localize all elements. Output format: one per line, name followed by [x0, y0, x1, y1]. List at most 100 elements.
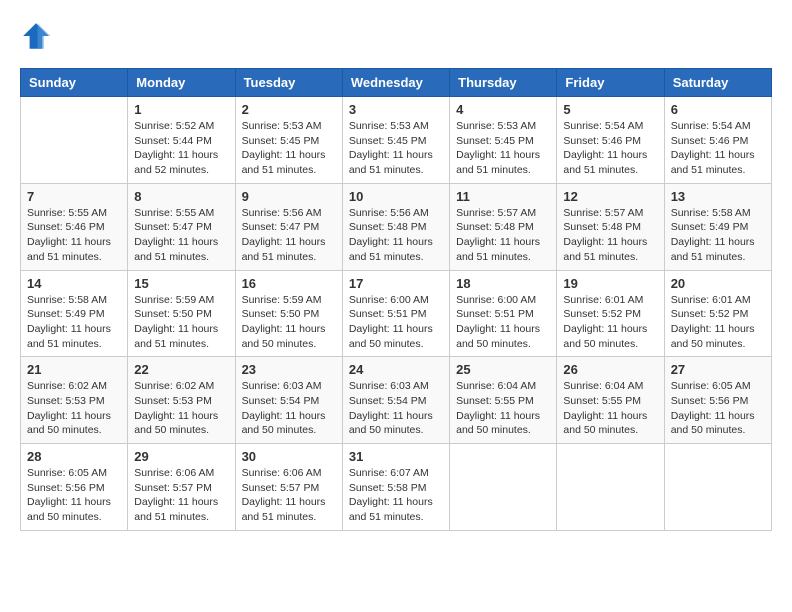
day-number: 20	[671, 276, 765, 291]
day-info: Sunrise: 6:03 AM Sunset: 5:54 PM Dayligh…	[349, 379, 443, 438]
calendar-cell: 8 Sunrise: 5:55 AM Sunset: 5:47 PM Dayli…	[128, 183, 235, 270]
day-number: 12	[563, 189, 657, 204]
daylight-text: Daylight: 11 hours and 51 minutes.	[134, 496, 218, 523]
sunset-text: Sunset: 5:57 PM	[134, 482, 212, 494]
day-number: 10	[349, 189, 443, 204]
week-row-3: 14 Sunrise: 5:58 AM Sunset: 5:49 PM Dayl…	[21, 270, 772, 357]
day-number: 4	[456, 102, 550, 117]
calendar-cell	[557, 444, 664, 531]
sunset-text: Sunset: 5:46 PM	[563, 135, 641, 147]
day-number: 29	[134, 449, 228, 464]
sunset-text: Sunset: 5:53 PM	[134, 395, 212, 407]
day-number: 13	[671, 189, 765, 204]
daylight-text: Daylight: 11 hours and 50 minutes.	[563, 410, 647, 437]
sunrise-text: Sunrise: 6:03 AM	[349, 380, 429, 392]
calendar-cell: 19 Sunrise: 6:01 AM Sunset: 5:52 PM Dayl…	[557, 270, 664, 357]
sunset-text: Sunset: 5:58 PM	[349, 482, 427, 494]
daylight-text: Daylight: 11 hours and 50 minutes.	[563, 323, 647, 350]
sunset-text: Sunset: 5:48 PM	[349, 221, 427, 233]
day-info: Sunrise: 5:55 AM Sunset: 5:47 PM Dayligh…	[134, 206, 228, 265]
sunrise-text: Sunrise: 5:57 AM	[563, 207, 643, 219]
daylight-text: Daylight: 11 hours and 51 minutes.	[349, 236, 433, 263]
sunset-text: Sunset: 5:55 PM	[456, 395, 534, 407]
calendar-cell: 17 Sunrise: 6:00 AM Sunset: 5:51 PM Dayl…	[342, 270, 449, 357]
calendar-cell: 30 Sunrise: 6:06 AM Sunset: 5:57 PM Dayl…	[235, 444, 342, 531]
day-number: 3	[349, 102, 443, 117]
day-number: 15	[134, 276, 228, 291]
day-header-thursday: Thursday	[450, 69, 557, 97]
daylight-text: Daylight: 11 hours and 51 minutes.	[134, 323, 218, 350]
day-number: 19	[563, 276, 657, 291]
day-info: Sunrise: 5:55 AM Sunset: 5:46 PM Dayligh…	[27, 206, 121, 265]
day-info: Sunrise: 5:59 AM Sunset: 5:50 PM Dayligh…	[242, 293, 336, 352]
day-header-friday: Friday	[557, 69, 664, 97]
sunset-text: Sunset: 5:49 PM	[671, 221, 749, 233]
sunrise-text: Sunrise: 6:00 AM	[456, 294, 536, 306]
day-number: 11	[456, 189, 550, 204]
sunset-text: Sunset: 5:56 PM	[27, 482, 105, 494]
day-info: Sunrise: 5:58 AM Sunset: 5:49 PM Dayligh…	[27, 293, 121, 352]
day-info: Sunrise: 5:54 AM Sunset: 5:46 PM Dayligh…	[563, 119, 657, 178]
daylight-text: Daylight: 11 hours and 50 minutes.	[671, 323, 755, 350]
day-number: 8	[134, 189, 228, 204]
day-number: 25	[456, 362, 550, 377]
logo-icon	[20, 20, 52, 52]
sunset-text: Sunset: 5:51 PM	[349, 308, 427, 320]
sunrise-text: Sunrise: 5:55 AM	[27, 207, 107, 219]
sunrise-text: Sunrise: 5:59 AM	[242, 294, 322, 306]
calendar-table: SundayMondayTuesdayWednesdayThursdayFrid…	[20, 68, 772, 531]
calendar-cell: 22 Sunrise: 6:02 AM Sunset: 5:53 PM Dayl…	[128, 357, 235, 444]
sunrise-text: Sunrise: 6:06 AM	[134, 467, 214, 479]
day-info: Sunrise: 6:01 AM Sunset: 5:52 PM Dayligh…	[563, 293, 657, 352]
calendar-cell: 10 Sunrise: 5:56 AM Sunset: 5:48 PM Dayl…	[342, 183, 449, 270]
daylight-text: Daylight: 11 hours and 50 minutes.	[134, 410, 218, 437]
calendar-header-row: SundayMondayTuesdayWednesdayThursdayFrid…	[21, 69, 772, 97]
day-info: Sunrise: 5:54 AM Sunset: 5:46 PM Dayligh…	[671, 119, 765, 178]
calendar-cell: 31 Sunrise: 6:07 AM Sunset: 5:58 PM Dayl…	[342, 444, 449, 531]
daylight-text: Daylight: 11 hours and 50 minutes.	[349, 410, 433, 437]
daylight-text: Daylight: 11 hours and 51 minutes.	[349, 149, 433, 176]
day-header-saturday: Saturday	[664, 69, 771, 97]
sunrise-text: Sunrise: 5:53 AM	[349, 120, 429, 132]
sunset-text: Sunset: 5:45 PM	[349, 135, 427, 147]
page-header	[20, 20, 772, 52]
day-number: 9	[242, 189, 336, 204]
calendar-cell: 23 Sunrise: 6:03 AM Sunset: 5:54 PM Dayl…	[235, 357, 342, 444]
sunrise-text: Sunrise: 6:00 AM	[349, 294, 429, 306]
daylight-text: Daylight: 11 hours and 50 minutes.	[242, 410, 326, 437]
day-number: 6	[671, 102, 765, 117]
sunset-text: Sunset: 5:52 PM	[671, 308, 749, 320]
calendar-cell: 13 Sunrise: 5:58 AM Sunset: 5:49 PM Dayl…	[664, 183, 771, 270]
sunset-text: Sunset: 5:57 PM	[242, 482, 320, 494]
sunrise-text: Sunrise: 6:04 AM	[456, 380, 536, 392]
sunrise-text: Sunrise: 6:01 AM	[563, 294, 643, 306]
sunset-text: Sunset: 5:48 PM	[456, 221, 534, 233]
day-number: 23	[242, 362, 336, 377]
calendar-cell: 7 Sunrise: 5:55 AM Sunset: 5:46 PM Dayli…	[21, 183, 128, 270]
sunset-text: Sunset: 5:48 PM	[563, 221, 641, 233]
calendar-cell: 24 Sunrise: 6:03 AM Sunset: 5:54 PM Dayl…	[342, 357, 449, 444]
day-number: 21	[27, 362, 121, 377]
sunset-text: Sunset: 5:44 PM	[134, 135, 212, 147]
day-number: 24	[349, 362, 443, 377]
calendar-cell: 29 Sunrise: 6:06 AM Sunset: 5:57 PM Dayl…	[128, 444, 235, 531]
calendar-cell: 18 Sunrise: 6:00 AM Sunset: 5:51 PM Dayl…	[450, 270, 557, 357]
sunrise-text: Sunrise: 5:53 AM	[456, 120, 536, 132]
day-info: Sunrise: 6:00 AM Sunset: 5:51 PM Dayligh…	[349, 293, 443, 352]
calendar-cell: 5 Sunrise: 5:54 AM Sunset: 5:46 PM Dayli…	[557, 97, 664, 184]
sunrise-text: Sunrise: 6:01 AM	[671, 294, 751, 306]
day-info: Sunrise: 5:56 AM Sunset: 5:48 PM Dayligh…	[349, 206, 443, 265]
calendar-cell: 2 Sunrise: 5:53 AM Sunset: 5:45 PM Dayli…	[235, 97, 342, 184]
daylight-text: Daylight: 11 hours and 51 minutes.	[242, 496, 326, 523]
sunrise-text: Sunrise: 6:04 AM	[563, 380, 643, 392]
day-info: Sunrise: 6:00 AM Sunset: 5:51 PM Dayligh…	[456, 293, 550, 352]
sunrise-text: Sunrise: 5:53 AM	[242, 120, 322, 132]
sunset-text: Sunset: 5:45 PM	[456, 135, 534, 147]
day-info: Sunrise: 6:06 AM Sunset: 5:57 PM Dayligh…	[242, 466, 336, 525]
calendar-cell	[664, 444, 771, 531]
sunrise-text: Sunrise: 6:03 AM	[242, 380, 322, 392]
daylight-text: Daylight: 11 hours and 50 minutes.	[27, 410, 111, 437]
day-number: 17	[349, 276, 443, 291]
daylight-text: Daylight: 11 hours and 51 minutes.	[671, 236, 755, 263]
day-info: Sunrise: 5:57 AM Sunset: 5:48 PM Dayligh…	[456, 206, 550, 265]
